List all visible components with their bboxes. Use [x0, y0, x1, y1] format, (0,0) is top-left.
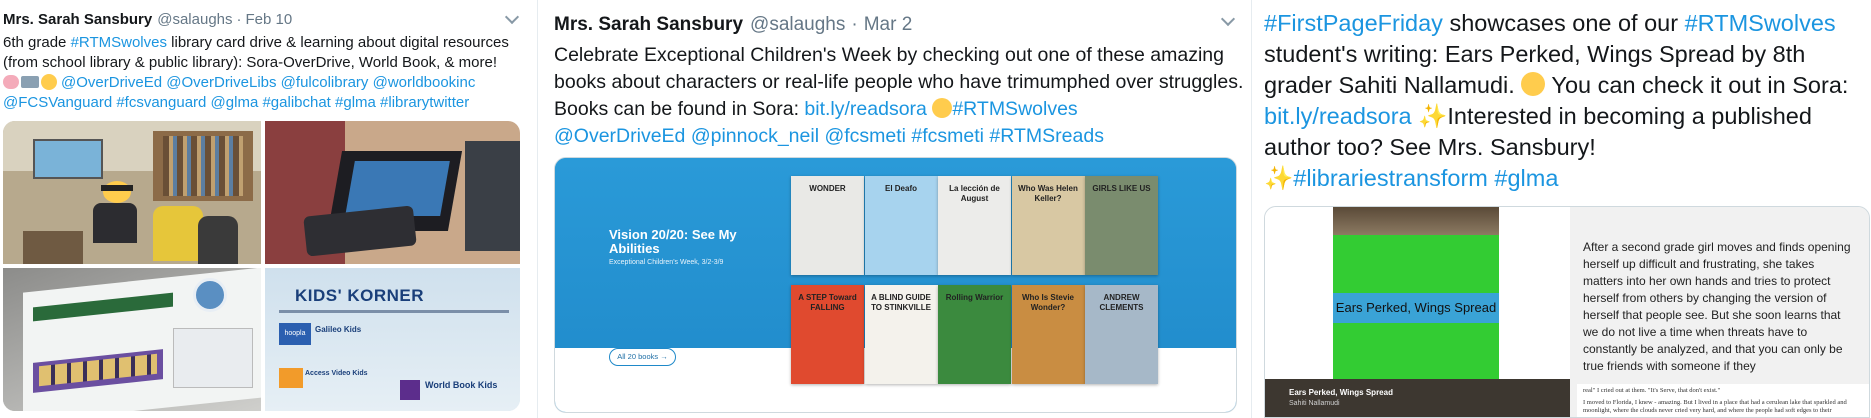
book-cover-title: GIRLS LIKE US	[1092, 184, 1151, 193]
book-collection-card[interactable]: Vision 20/20: See My Abilities Exception…	[554, 157, 1237, 413]
book-cover[interactable]: WONDER	[791, 176, 864, 275]
preview-title: Ears Perked, Wings Spread	[1289, 388, 1393, 397]
tweet-date[interactable]: Feb 10	[246, 11, 293, 28]
book-cover-title: WONDER	[809, 184, 846, 193]
separator-dot: ·	[236, 11, 242, 28]
tweet-card-2[interactable]: Mrs. Sarah Sansbury @salaughs · Mar 2 Ce…	[550, 0, 1245, 418]
author-handle[interactable]: @salaughs	[157, 11, 232, 28]
sparkles-icon: ✨	[1418, 103, 1448, 129]
book-cover-title: Rolling Warrior	[945, 293, 1004, 302]
book-cover-title: El Deafo	[884, 184, 917, 193]
chevron-down-icon[interactable]	[504, 9, 520, 25]
book-cover-title: Who Is Stevie Wonder?	[1021, 293, 1074, 312]
collection-subtitle: Exceptional Children's Week, 3/2-3/9	[609, 259, 724, 266]
tweet-header: Mrs. Sarah Sansbury @salaughs · Feb 10	[3, 11, 292, 28]
chevron-down-icon[interactable]	[1220, 11, 1236, 27]
grin-emoji-icon	[1521, 72, 1546, 96]
grin-emoji-icon	[932, 98, 953, 118]
tweet-card-1[interactable]: Mrs. Sarah Sansbury @salaughs · Feb 10 6…	[0, 0, 525, 418]
hashtag-link[interactable]: #RTMSwolves	[952, 98, 1077, 120]
all-books-button[interactable]: All 20 books →	[609, 348, 676, 366]
tweet-card-3[interactable]: #FirstPageFriday showcases one of our #R…	[1263, 0, 1871, 418]
mention-links[interactable]: @OverDriveEd @OverDriveLibs @fulcolibrar…	[61, 74, 475, 91]
cover-title: Ears Perked, Wings Spread	[1333, 293, 1499, 323]
tweet-header: Mrs. Sarah Sansbury @salaughs · Mar 2	[554, 14, 912, 36]
sora-link[interactable]: bit.ly/readsora	[1264, 103, 1412, 129]
book-cover[interactable]: Who Was Helen Keller?	[1011, 176, 1085, 275]
sparkles-icon: ✨	[1264, 165, 1294, 191]
brain-emoji-icon	[3, 75, 19, 89]
flyer-title: KIDS' KORNER	[295, 286, 425, 305]
book-cover[interactable]: Rolling Warrior	[938, 285, 1011, 384]
book-cover[interactable]: A STEP Toward FALLING	[791, 285, 864, 384]
separator-dot: ·	[851, 14, 858, 35]
hoopla-logo: hoopla	[279, 323, 311, 345]
hashtag-link[interactable]: #RTMSwolves	[71, 34, 167, 51]
tweet-date[interactable]: Mar 2	[864, 14, 913, 36]
hashtag-link[interactable]: #FirstPageFriday	[1264, 10, 1443, 36]
smile-emoji-icon	[41, 74, 57, 90]
book-cover-title: A STEP Toward FALLING	[798, 293, 857, 312]
column-divider	[1251, 0, 1252, 418]
book-cover[interactable]: ANDREW CLEMENTS	[1085, 285, 1158, 384]
page-snippet: real" I cried out at them. "It's Serve, …	[1583, 387, 1721, 394]
book-cover[interactable]: El Deafo	[864, 176, 938, 275]
hashtag-links[interactable]: #librariestransform #glma	[1293, 165, 1558, 191]
collection-title: Vision 20/20: See My Abilities	[609, 227, 737, 256]
tweet-text: 6th grade #RTMSwolves library card drive…	[3, 34, 509, 111]
access-video-label: Access Video Kids	[305, 370, 368, 377]
book-cover[interactable]: La lección de August	[938, 176, 1011, 275]
hashtag-links[interactable]: @FCSVanguard #fcsvanguard @glma #galibch…	[3, 94, 469, 111]
page-snippet: I moved to Florida, I knew - amazing. Bu…	[1583, 399, 1847, 414]
book-cover-title: La lección de August	[949, 184, 1000, 203]
book-cover[interactable]: Who Is Stevie Wonder?	[1011, 285, 1085, 384]
author-name[interactable]: Mrs. Sarah Sansbury	[554, 14, 743, 36]
mention-links[interactable]: @OverDriveEd @pinnock_neil @fcsmeti #fcs…	[554, 125, 1104, 147]
book-preview-card[interactable]: Ears Perked, Wings Spread Ears Perked, W…	[1264, 206, 1870, 418]
tweet-text: Celebrate Exceptional Children's Week by…	[554, 44, 1244, 147]
column-divider	[537, 0, 538, 418]
book-cover[interactable]: A BLIND GUIDE TO STINKVILLE	[864, 285, 938, 384]
book-cover-title: ANDREW CLEMENTS	[1099, 293, 1144, 312]
book-cover[interactable]: GIRLS LIKE US	[1085, 176, 1158, 275]
laptop-emoji-icon	[21, 76, 39, 88]
photo-kids-korner-flyer[interactable]: KIDS' KORNER hoopla Galileo Kids Access …	[265, 268, 520, 411]
book-cover-title: A BLIND GUIDE TO STINKVILLE	[871, 293, 931, 312]
preview-author: Sahiti Nallamudi	[1289, 400, 1340, 407]
sora-link[interactable]: bit.ly/readsora	[804, 98, 926, 120]
author-name[interactable]: Mrs. Sarah Sansbury	[3, 11, 152, 28]
photo-grid[interactable]: KIDS' KORNER hoopla Galileo Kids Access …	[3, 121, 520, 411]
hashtag-link[interactable]: #RTMSwolves	[1685, 10, 1836, 36]
book-cover-title: Who Was Helen Keller?	[1018, 184, 1078, 203]
photo-laptop[interactable]	[265, 121, 520, 264]
author-handle[interactable]: @salaughs	[750, 14, 845, 36]
photo-projector-screen[interactable]	[3, 268, 261, 411]
tweet-text: #FirstPageFriday showcases one of our #R…	[1264, 10, 1849, 191]
galileo-label: Galileo Kids	[315, 325, 362, 334]
world-book-label: World Book Kids	[425, 380, 498, 390]
book-description: After a second grade girl moves and find…	[1583, 240, 1851, 373]
photo-computer-lab[interactable]	[3, 121, 261, 264]
